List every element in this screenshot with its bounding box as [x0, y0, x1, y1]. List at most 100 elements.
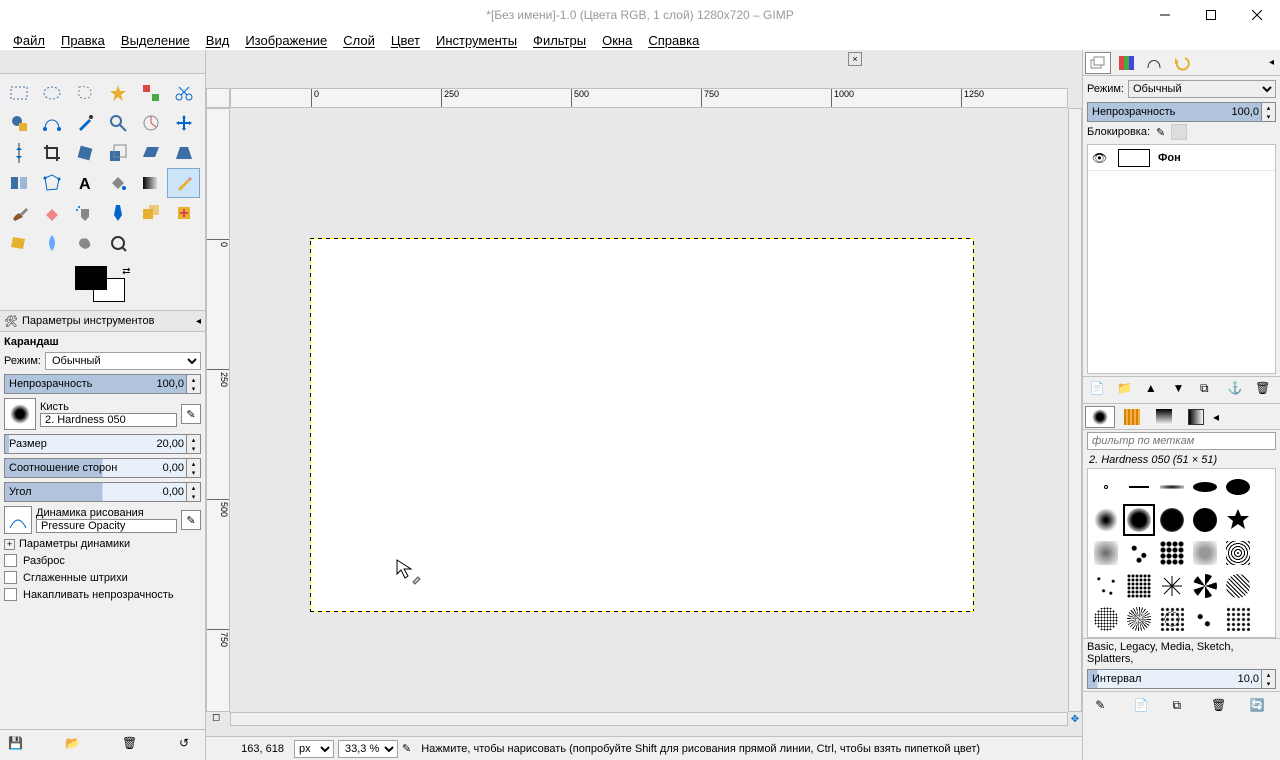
brush-cell[interactable] [1090, 504, 1122, 536]
tool-scissors[interactable] [167, 78, 200, 108]
tool-ellipse-select[interactable] [35, 78, 68, 108]
tool-bucket-fill[interactable] [101, 168, 134, 198]
tool-by-color-select[interactable] [134, 78, 167, 108]
color-swatches[interactable]: ⇄ [0, 262, 205, 310]
menu-image[interactable]: Изображение [238, 33, 334, 48]
menu-help[interactable]: Справка [641, 33, 706, 48]
brush-categories[interactable]: Basic, Legacy, Media, Sketch, Splatters, [1083, 638, 1280, 667]
brush-cell[interactable] [1189, 471, 1221, 503]
brush-cell[interactable] [1189, 570, 1221, 602]
menu-color[interactable]: Цвет [384, 33, 427, 48]
brush-cell[interactable] [1156, 537, 1188, 569]
angle-slider[interactable]: Угол 0,00 ▴▾ [4, 482, 201, 502]
tool-perspective-clone[interactable] [2, 228, 35, 258]
brush-cell[interactable] [1123, 603, 1155, 635]
layer-item[interactable]: 👁 Фон [1088, 145, 1275, 171]
close-tab-icon[interactable]: × [848, 52, 862, 66]
brushes-dock-menu-icon[interactable]: ◂ [1213, 410, 1219, 424]
layer-group-icon[interactable]: 📁 [1117, 381, 1135, 399]
delete-preset-icon[interactable]: 🗑 [122, 736, 140, 754]
tool-perspective[interactable] [167, 138, 200, 168]
tool-shear[interactable] [134, 138, 167, 168]
tool-zoom[interactable] [101, 108, 134, 138]
tab-fonts[interactable] [1181, 406, 1211, 428]
tool-foreground-select[interactable] [2, 108, 35, 138]
brush-cell[interactable] [1090, 471, 1122, 503]
layer-visibility-icon[interactable]: 👁 [1092, 151, 1110, 165]
menu-file[interactable]: Файл [6, 33, 52, 48]
brush-cell[interactable] [1090, 537, 1122, 569]
tool-align[interactable] [2, 138, 35, 168]
tool-rect-select[interactable] [2, 78, 35, 108]
brush-cell[interactable] [1222, 504, 1254, 536]
layer-name[interactable]: Фон [1158, 152, 1181, 164]
opacity-slider[interactable]: Непрозрачность 100,0 ▴▾ [4, 374, 201, 394]
interval-stepper[interactable]: ▴▾ [1261, 670, 1275, 688]
brush-cell[interactable] [1156, 504, 1188, 536]
brush-cell[interactable] [1156, 471, 1188, 503]
tool-crop[interactable] [35, 138, 68, 168]
tool-heal[interactable] [167, 198, 200, 228]
menu-edit[interactable]: Правка [54, 33, 112, 48]
tool-color-picker[interactable] [68, 108, 101, 138]
tool-fuzzy-select[interactable] [101, 78, 134, 108]
incremental-checkbox[interactable] [4, 588, 17, 601]
tool-dodge[interactable] [101, 228, 134, 258]
brush-cell[interactable] [1156, 603, 1188, 635]
tab-channels[interactable] [1113, 52, 1139, 74]
scrollbar-vertical[interactable] [1068, 108, 1082, 712]
brush-preview[interactable] [4, 398, 36, 430]
tool-free-select[interactable] [68, 78, 101, 108]
layer-down-icon[interactable]: ▼ [1172, 381, 1190, 399]
tab-undo[interactable] [1169, 52, 1195, 74]
unit-select[interactable]: px [294, 740, 334, 758]
dynamics-params-expander[interactable]: +Параметры динамики [4, 538, 201, 550]
canvas[interactable] [310, 238, 974, 612]
navigation-icon[interactable]: ✥ [1068, 712, 1082, 726]
brush-new-icon[interactable]: 📄 [1134, 698, 1152, 716]
mode-select[interactable]: Обычный [45, 352, 201, 370]
smooth-checkbox[interactable] [4, 571, 17, 584]
layer-opacity-slider[interactable]: Непрозрачность 100,0 ▴▾ [1087, 102, 1276, 122]
brush-cell-selected[interactable] [1123, 504, 1155, 536]
tool-cage[interactable] [35, 168, 68, 198]
scrollbar-horizontal[interactable] [230, 712, 1068, 726]
brush-cell[interactable] [1156, 570, 1188, 602]
brush-duplicate-icon[interactable]: ⧉ [1172, 698, 1190, 716]
tool-paths[interactable] [35, 108, 68, 138]
tool-rotate[interactable] [68, 138, 101, 168]
menu-windows[interactable]: Окна [595, 33, 639, 48]
tool-airbrush[interactable] [68, 198, 101, 228]
tab-gradients[interactable] [1149, 406, 1179, 428]
brush-filter-input[interactable] [1087, 432, 1276, 450]
brush-cell[interactable] [1222, 603, 1254, 635]
tool-clone[interactable] [134, 198, 167, 228]
menu-tools[interactable]: Инструменты [429, 33, 524, 48]
brush-cell[interactable] [1123, 537, 1155, 569]
brush-delete-icon[interactable]: 🗑 [1211, 698, 1229, 716]
layers-list[interactable]: 👁 Фон [1087, 144, 1276, 374]
foreground-color[interactable] [75, 266, 107, 290]
close-button[interactable] [1234, 0, 1280, 30]
brush-cell[interactable] [1090, 603, 1122, 635]
brush-cell[interactable] [1090, 570, 1122, 602]
layer-opacity-stepper[interactable]: ▴▾ [1261, 103, 1275, 121]
size-slider[interactable]: Размер 20,00 ▴▾ [4, 434, 201, 454]
layer-delete-icon[interactable]: 🗑 [1255, 381, 1273, 399]
tool-scale[interactable] [101, 138, 134, 168]
brush-cell[interactable] [1123, 471, 1155, 503]
brush-name-field[interactable]: 2. Hardness 050 [40, 413, 177, 427]
opacity-stepper[interactable]: ▴▾ [186, 375, 200, 393]
dynamics-name-field[interactable]: Pressure Opacity [36, 519, 177, 533]
tab-brushes[interactable] [1085, 406, 1115, 428]
tool-eraser[interactable] [35, 198, 68, 228]
brush-cell[interactable] [1222, 570, 1254, 602]
brush-cell[interactable] [1222, 471, 1254, 503]
brush-cell[interactable] [1189, 504, 1221, 536]
lock-alpha-icon[interactable] [1171, 124, 1187, 140]
tab-layers[interactable] [1085, 52, 1111, 74]
tool-text[interactable]: A [68, 168, 101, 198]
aspect-stepper[interactable]: ▴▾ [186, 459, 200, 477]
tool-blend[interactable] [134, 168, 167, 198]
layer-anchor-icon[interactable]: ⚓ [1228, 381, 1246, 399]
